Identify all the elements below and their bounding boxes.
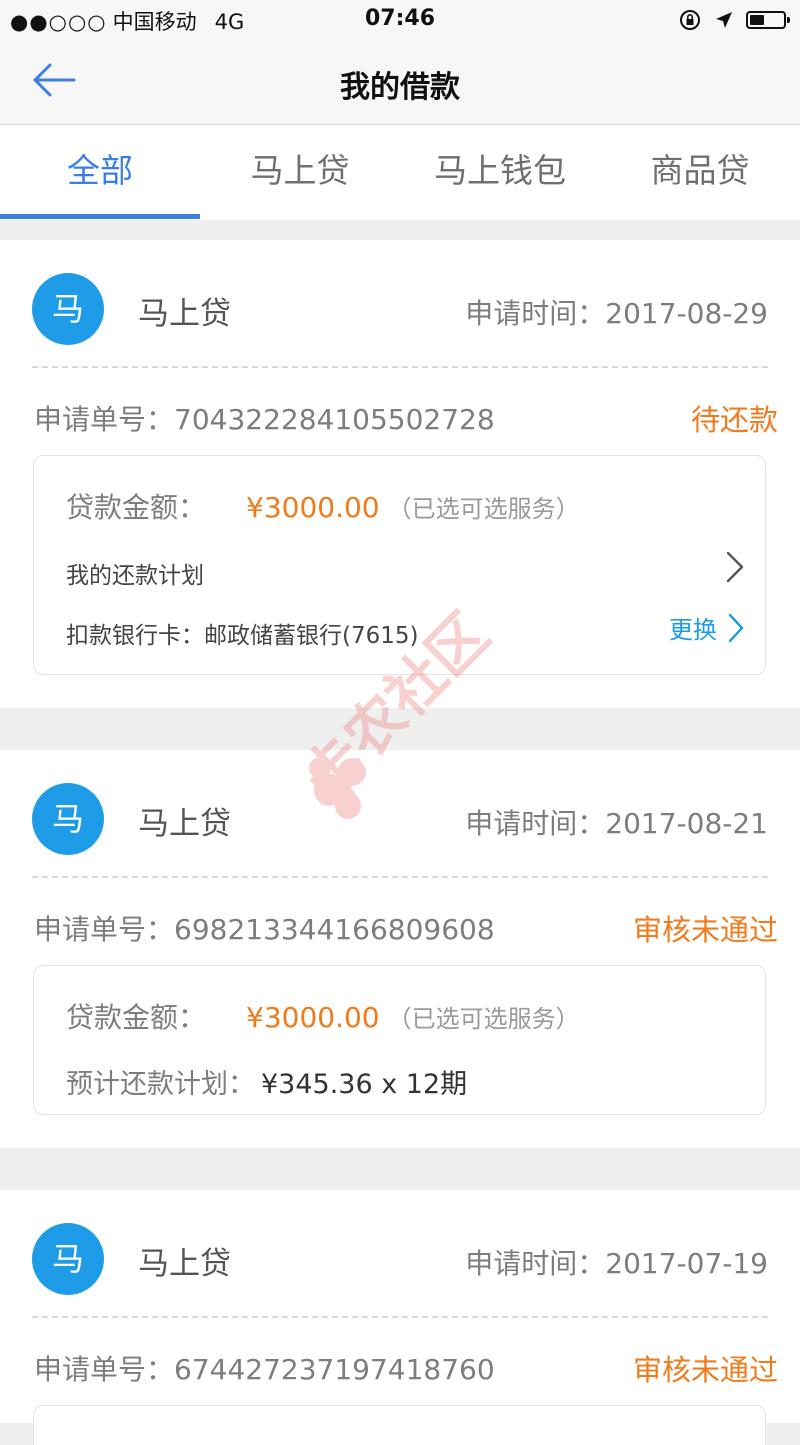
loan-amount: ¥3000.00	[246, 1001, 380, 1034]
order-value: 674427237197418760	[174, 1353, 495, 1386]
loan-detail-box	[33, 1405, 766, 1445]
loan-detail-box: 贷款金额： ¥3000.00 （已选可选服务） 预计还款计划： ¥345.36 x 1…	[33, 965, 766, 1115]
location-arrow-icon	[716, 12, 732, 28]
order-number: 申请单号：674427237197418760	[34, 1348, 495, 1388]
tab-mashang-wallet[interactable]: 马上钱包	[400, 125, 600, 220]
apply-time: 申请时间：2017-08-21	[465, 802, 768, 842]
apply-time: 申请时间：2017-08-29	[465, 292, 768, 332]
product-avatar: 马	[32, 783, 104, 855]
order-label: 申请单号：	[34, 913, 175, 946]
loan-detail-box: 贷款金额： ¥3000.00 （已选可选服务） 我的还款计划 扣款银行卡：邮政储蓄银…	[33, 455, 766, 675]
rotation-lock-icon	[680, 10, 700, 30]
navigation-bar: 我的借款	[0, 40, 800, 125]
apply-time-label: 申请时间：	[465, 1247, 606, 1280]
status-icons	[678, 8, 790, 32]
chevron-right-icon	[728, 613, 744, 642]
apply-time-value: 2017-08-29	[605, 297, 768, 330]
product-name: 马上贷	[138, 1246, 231, 1282]
tab-mashangdai[interactable]: 马上贷	[200, 125, 400, 220]
page-title: 我的借款	[340, 70, 460, 105]
estimated-plan-label: 预计还款计划：	[66, 1069, 255, 1100]
product-avatar: 马	[32, 1223, 104, 1295]
bank-card-value: 邮政储蓄银行(7615)	[204, 623, 419, 649]
order-number: 申请单号：704322284105502728	[34, 398, 495, 438]
loan-amount-note: （已选可选服务）	[387, 1005, 580, 1033]
repayment-plan-link[interactable]: 我的还款计划	[66, 551, 745, 590]
status-badge: 审核未通过	[632, 913, 778, 947]
loan-amount-row: 贷款金额： ¥3000.00 （已选可选服务）	[66, 486, 580, 526]
order-number: 申请单号：698213344166809608	[34, 908, 495, 948]
tab-product-loan[interactable]: 商品贷	[600, 125, 800, 220]
order-label: 申请单号：	[34, 1353, 175, 1386]
change-bank-button[interactable]: 更换	[669, 610, 745, 645]
estimated-plan-row: 预计还款计划： ¥345.36 x 12期	[66, 1062, 467, 1101]
apply-time-label: 申请时间：	[465, 297, 606, 330]
battery-icon	[746, 11, 790, 29]
product-avatar: 马	[32, 273, 104, 345]
loan-amount: ¥3000.00	[246, 491, 380, 524]
status-badge: 待还款	[690, 403, 778, 437]
apply-time-value: 2017-08-21	[605, 807, 768, 840]
loan-amount-note: （已选可选服务）	[387, 495, 580, 523]
product-name: 马上贷	[138, 296, 231, 332]
divider	[32, 1316, 768, 1318]
loan-amount-row: 贷款金额： ¥3000.00 （已选可选服务）	[66, 996, 580, 1036]
order-label: 申请单号：	[34, 403, 175, 436]
active-tab-indicator	[0, 214, 200, 219]
repayment-plan-label: 我的还款计划	[66, 563, 204, 589]
apply-time-value: 2017-07-19	[605, 1247, 768, 1280]
tab-bar: 全部 马上贷 马上钱包 商品贷	[0, 125, 800, 220]
change-bank-label: 更换	[669, 616, 717, 644]
chevron-right-icon	[726, 551, 744, 583]
product-name: 马上贷	[138, 806, 231, 842]
loan-card[interactable]: 马 马上贷 申请时间：2017-07-19 申请单号：6744272371974…	[0, 1190, 800, 1445]
order-value: 698213344166809608	[174, 913, 495, 946]
loan-amount-label: 贷款金额：	[66, 1001, 207, 1034]
estimated-plan-value: ¥345.36 x 12期	[261, 1069, 468, 1100]
apply-time-label: 申请时间：	[465, 807, 606, 840]
divider	[32, 366, 768, 368]
loan-card[interactable]: 马 马上贷 申请时间：2017-08-29 申请单号：7043222841055…	[0, 240, 800, 708]
apply-time: 申请时间：2017-07-19	[465, 1242, 768, 1282]
bank-card-row: 扣款银行卡：邮政储蓄银行(7615) 更换	[66, 613, 745, 650]
status-badge: 审核未通过	[632, 1353, 778, 1387]
loan-amount-label: 贷款金额：	[66, 491, 207, 524]
bank-card-label: 扣款银行卡：	[66, 623, 204, 649]
order-value: 704322284105502728	[174, 403, 495, 436]
loan-card[interactable]: 马 马上贷 申请时间：2017-08-21 申请单号：6982133441668…	[0, 750, 800, 1148]
status-bar: ●●○○○ 中国移动 4G 07:46	[0, 0, 800, 40]
divider	[32, 876, 768, 878]
tab-all[interactable]: 全部	[0, 125, 200, 220]
